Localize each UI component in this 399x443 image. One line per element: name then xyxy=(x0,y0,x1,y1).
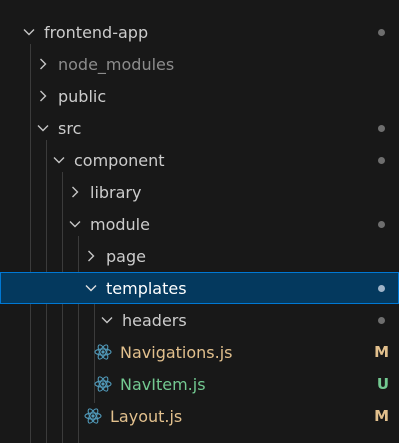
tree-item-public[interactable]: public xyxy=(0,80,399,112)
tree-item-navitem-js[interactable]: NavItem.js U xyxy=(0,368,399,400)
clipped-previous-row xyxy=(0,0,399,8)
chevron-right-icon xyxy=(36,89,54,103)
status-dot xyxy=(378,220,385,228)
tree-item-frontend-app[interactable]: frontend-app xyxy=(0,16,399,48)
tree-item-label: library xyxy=(90,182,142,202)
chevron-down-icon xyxy=(52,153,70,167)
tree-item-headers[interactable]: headers xyxy=(0,304,399,336)
tree-item-templates[interactable]: templates xyxy=(0,272,399,304)
tree-item-label: public xyxy=(58,86,107,106)
react-icon xyxy=(94,343,112,361)
tree-item-label: Layout.js xyxy=(110,406,183,426)
tree-item-label: templates xyxy=(106,278,187,298)
tree-item-module[interactable]: module xyxy=(0,208,399,240)
chevron-right-icon xyxy=(84,249,102,263)
tree-item-node-modules[interactable]: node_modules xyxy=(0,48,399,80)
file-explorer: frontend-app node_modules public src com… xyxy=(0,0,399,443)
tree-item-label: NavItem.js xyxy=(120,374,206,394)
chevron-down-icon xyxy=(22,25,40,39)
tree-item-library[interactable]: library xyxy=(0,176,399,208)
status-dot xyxy=(378,284,385,292)
git-status-badge: M xyxy=(374,343,389,361)
tree-item-label: frontend-app xyxy=(44,22,149,42)
react-icon xyxy=(84,407,102,425)
git-status-badge: M xyxy=(374,407,389,425)
tree-item-navigations-js[interactable]: Navigations.js M xyxy=(0,336,399,368)
tree-item-label: Navigations.js xyxy=(120,342,233,362)
status-dot xyxy=(378,156,385,164)
tree-item-label: module xyxy=(90,214,150,234)
tree-item-component[interactable]: component xyxy=(0,144,399,176)
status-dot xyxy=(378,316,385,324)
tree-item-label: node_modules xyxy=(58,54,175,74)
chevron-down-icon xyxy=(36,121,54,135)
tree-item-label: page xyxy=(106,246,146,266)
chevron-down-icon xyxy=(68,217,86,231)
chevron-right-icon xyxy=(36,57,54,71)
tree-item-label: headers xyxy=(122,310,187,330)
tree-item-label: component xyxy=(74,150,165,170)
tree-item-label: src xyxy=(58,118,82,138)
react-icon xyxy=(94,375,112,393)
status-dot xyxy=(378,28,385,36)
chevron-right-icon xyxy=(68,185,86,199)
git-status-badge: U xyxy=(376,375,389,393)
status-dot xyxy=(378,124,385,132)
tree-item-page[interactable]: page xyxy=(0,240,399,272)
chevron-down-icon xyxy=(84,281,102,295)
tree-item-src[interactable]: src xyxy=(0,112,399,144)
tree-item-layout-js[interactable]: Layout.js M xyxy=(0,400,399,432)
chevron-down-icon xyxy=(100,313,118,327)
